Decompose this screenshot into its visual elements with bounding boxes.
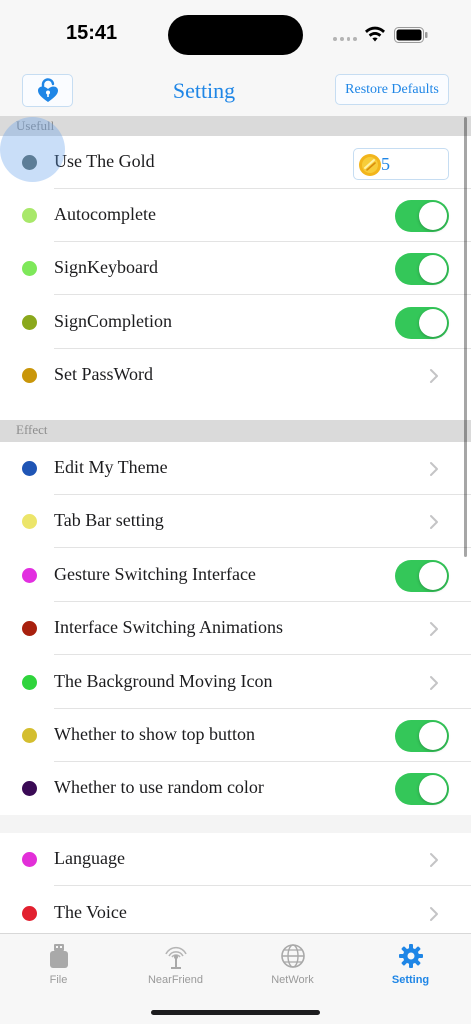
section-header-usefull: Usefull [0, 116, 471, 138]
color-dot [22, 461, 37, 476]
tab-label: NetWork [271, 974, 314, 986]
gold-coin-icon [359, 154, 381, 176]
row-random-color: Whether to use random color [0, 762, 471, 815]
row-label: Edit My Theme [54, 457, 168, 477]
section-header-effect: Effect [0, 420, 471, 442]
antenna-icon [164, 946, 187, 969]
color-dot [22, 514, 37, 529]
tab-setting[interactable]: Setting [352, 942, 469, 996]
battery-icon [394, 27, 428, 43]
chevron-right-icon [430, 676, 438, 690]
row-divider [54, 294, 471, 295]
color-dot [22, 261, 37, 276]
row-label: Language [54, 848, 125, 868]
row-background-moving-icon[interactable]: The Background Moving Icon [0, 656, 471, 709]
color-dot [22, 568, 37, 583]
row-tab-bar-setting[interactable]: Tab Bar setting [0, 495, 471, 548]
status-time: 15:41 [66, 22, 118, 44]
tab-label: File [49, 974, 68, 986]
scroll-indicator[interactable] [464, 117, 467, 557]
status-bar: 15:41 [0, 0, 471, 70]
navigation-bar: Setting Restore Defaults [0, 70, 471, 116]
chevron-right-icon [430, 515, 438, 529]
wifi-icon [365, 26, 385, 42]
gesture-switching-toggle[interactable] [395, 560, 449, 592]
tab-label: Setting [391, 974, 430, 986]
color-dot [22, 208, 37, 223]
row-label: Use The Gold [54, 151, 155, 171]
dynamic-island [168, 15, 303, 55]
globe-icon [280, 944, 305, 968]
gold-value: 5 [381, 154, 390, 174]
row-divider [54, 547, 471, 548]
sign-keyboard-toggle[interactable] [395, 253, 449, 285]
usb-drive-icon [49, 944, 68, 968]
cellular-signal-icon [333, 37, 357, 43]
row-language[interactable]: Language [0, 833, 471, 886]
color-dot [22, 675, 37, 690]
row-autocomplete: Autocomplete [0, 189, 471, 242]
row-label: Autocomplete [54, 204, 156, 224]
chevron-right-icon [430, 907, 438, 921]
row-label: The Voice [54, 902, 127, 922]
touch-indicator [0, 117, 65, 182]
chevron-right-icon [430, 853, 438, 867]
color-dot [22, 852, 37, 867]
row-label: Tab Bar setting [54, 510, 164, 530]
row-divider [54, 654, 471, 655]
color-dot [22, 781, 37, 796]
row-divider [54, 885, 471, 886]
row-label: SignKeyboard [54, 257, 158, 277]
random-color-toggle[interactable] [395, 773, 449, 805]
color-dot [22, 906, 37, 921]
show-top-button-toggle[interactable] [395, 720, 449, 752]
row-label: SignCompletion [54, 311, 173, 331]
color-dot [22, 728, 37, 743]
row-label: Set PassWord [54, 364, 154, 384]
row-edit-my-theme[interactable]: Edit My Theme [0, 442, 471, 495]
row-use-the-gold[interactable]: Use The Gold 5 [0, 136, 471, 189]
section-header-label: Effect [16, 422, 48, 437]
row-interface-animations[interactable]: Interface Switching Animations [0, 602, 471, 655]
row-label: The Background Moving Icon [54, 671, 273, 691]
tab-network[interactable]: NetWork [234, 942, 351, 996]
autocomplete-toggle[interactable] [395, 200, 449, 232]
chevron-right-icon [430, 369, 438, 383]
row-label: Whether to use random color [54, 777, 264, 797]
row-sign-completion: SignCompletion [0, 296, 471, 349]
row-gesture-switching: Gesture Switching Interface [0, 549, 471, 602]
row-sign-keyboard: SignKeyboard [0, 242, 471, 295]
color-dot [22, 315, 37, 330]
color-dot [22, 621, 37, 636]
row-label: Gesture Switching Interface [54, 564, 256, 584]
chevron-right-icon [430, 622, 438, 636]
color-dot [22, 368, 37, 383]
restore-defaults-button[interactable]: Restore Defaults [335, 74, 449, 105]
row-label: Interface Switching Animations [54, 617, 283, 637]
tab-nearfriend[interactable]: NearFriend [117, 942, 234, 996]
home-indicator[interactable] [151, 1010, 320, 1015]
section-gap [0, 815, 471, 833]
row-label: Whether to show top button [54, 724, 255, 744]
tab-label: NearFriend [147, 974, 204, 986]
row-show-top-button: Whether to show top button [0, 709, 471, 762]
gold-field[interactable]: 5 [353, 148, 449, 180]
gear-icon [398, 944, 423, 968]
chevron-right-icon [430, 462, 438, 476]
sign-completion-toggle[interactable] [395, 307, 449, 339]
row-set-password[interactable]: Set PassWord [0, 349, 471, 402]
tab-file[interactable]: File [0, 942, 117, 996]
